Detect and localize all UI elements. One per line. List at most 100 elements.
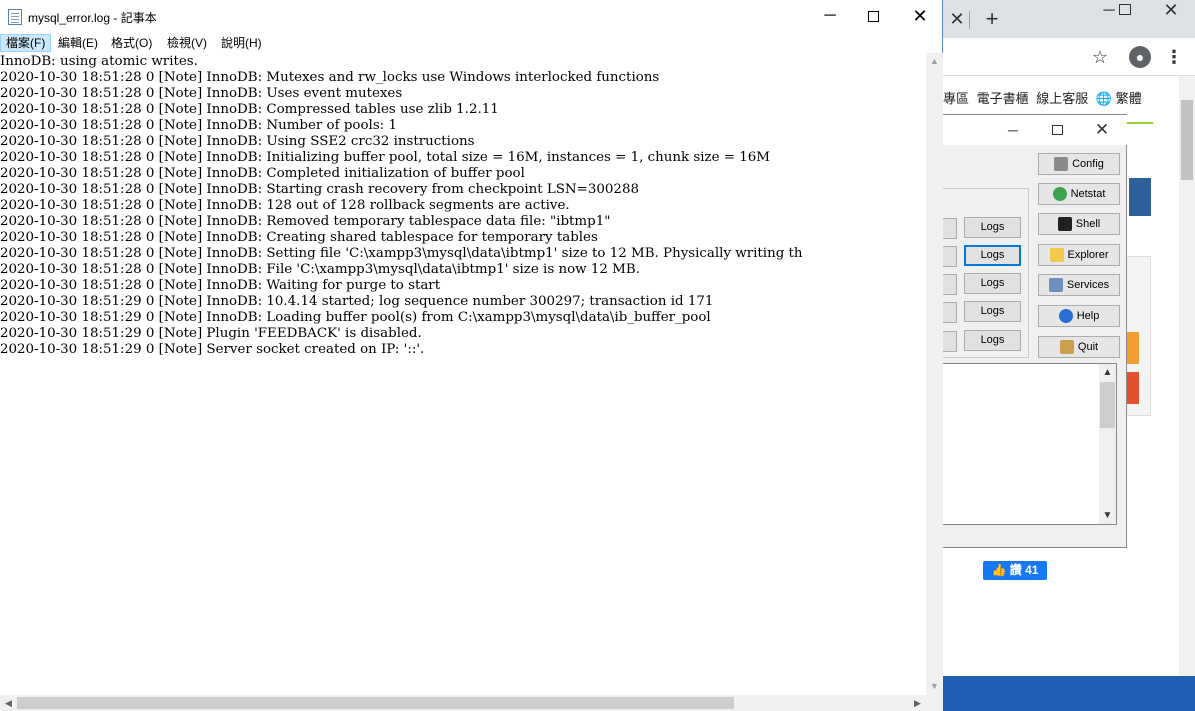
notepad-titlebar: mysql_error.log - 記事本 ─ ✕ bbox=[0, 0, 942, 33]
site-navigation: 專區 電子書櫃 線上客服 🌐 繁體 bbox=[943, 88, 1163, 108]
explorer-button-label: Explorer bbox=[1067, 249, 1109, 262]
close-button[interactable]: ✕ bbox=[908, 4, 932, 28]
scroll-up-icon[interactable]: ▲ bbox=[926, 53, 943, 70]
module-action-button-stub[interactable] bbox=[943, 302, 957, 323]
site-banner-image bbox=[1129, 178, 1151, 216]
horizontal-scroll-thumb[interactable] bbox=[17, 697, 734, 709]
maximize-button[interactable] bbox=[868, 11, 879, 22]
netstat-button-label: Netstat bbox=[1070, 188, 1106, 201]
log-line: 2020-10-30 18:51:28 0 [Note] InnoDB: Usi… bbox=[0, 134, 475, 149]
logs-button-mercury[interactable]: Logs bbox=[964, 301, 1021, 322]
scrollbar-corner bbox=[926, 695, 943, 711]
menu-view[interactable]: 檢視(V) bbox=[162, 34, 212, 52]
menu-help[interactable]: 說明(H) bbox=[216, 34, 267, 52]
scroll-right-icon[interactable]: ▶ bbox=[909, 695, 926, 711]
menu-file[interactable]: 檔案(F) bbox=[0, 34, 52, 52]
xampp-control-panel: ─ ✕ Logs Logs Logs Logs Logs Config Nets… bbox=[943, 114, 1127, 548]
help-icon bbox=[1058, 309, 1073, 324]
bookmark-star-icon[interactable]: ☆ bbox=[1089, 46, 1111, 68]
horizontal-scrollbar[interactable]: ◀ ▶ bbox=[0, 695, 926, 711]
log-line: 2020-10-30 18:51:28 0 [Note] InnoDB: Num… bbox=[0, 118, 397, 133]
logs-button-tomcat[interactable]: Logs bbox=[964, 330, 1021, 351]
log-line: 2020-10-30 18:51:29 0 [Note] InnoDB: Loa… bbox=[0, 310, 711, 325]
help-button[interactable]: Help bbox=[1038, 305, 1120, 327]
chrome-menu-icon[interactable]: ⋮ bbox=[1165, 46, 1183, 68]
tab-separator bbox=[969, 11, 970, 29]
log-line: 2020-10-30 18:51:28 0 [Note] InnoDB: Cre… bbox=[0, 230, 598, 245]
logs-button-filezilla[interactable]: Logs bbox=[964, 273, 1021, 294]
netstat-button[interactable]: Netstat bbox=[1038, 183, 1120, 205]
menu-format[interactable]: 格式(O) bbox=[106, 34, 157, 52]
xampp-minimize-button[interactable]: ─ bbox=[1003, 121, 1023, 139]
scroll-left-icon[interactable]: ◀ bbox=[0, 695, 17, 711]
logs-button-mysql[interactable]: Logs bbox=[964, 245, 1021, 266]
quit-button[interactable]: Quit bbox=[1038, 336, 1120, 358]
services-button-label: Services bbox=[1066, 279, 1110, 292]
log-line: 2020-10-30 18:51:28 0 [Note] InnoDB: Com… bbox=[0, 102, 499, 117]
explorer-button[interactable]: Explorer bbox=[1038, 244, 1120, 266]
config-button[interactable]: Config bbox=[1038, 153, 1120, 175]
facebook-like-button[interactable]: 👍 讚 41 bbox=[983, 561, 1047, 580]
module-action-button-stub[interactable] bbox=[943, 331, 957, 352]
notepad-window: mysql_error.log - 記事本 ─ ✕ 檔案(F) 編輯(E) 格式… bbox=[0, 0, 943, 711]
windows-taskbar bbox=[943, 676, 1195, 711]
profile-avatar-icon[interactable]: ● bbox=[1129, 46, 1151, 68]
logs-button-apache[interactable]: Logs bbox=[964, 217, 1021, 238]
chrome-toolbar: ☆ ● ⋮ bbox=[943, 38, 1195, 76]
module-action-button-stub[interactable] bbox=[943, 218, 957, 239]
log-line: 2020-10-30 18:51:29 0 [Note] Server sock… bbox=[0, 342, 425, 357]
chrome-maximize-button[interactable] bbox=[1119, 4, 1131, 15]
new-tab-button[interactable]: + bbox=[981, 8, 1003, 30]
site-nav-item-ebooks[interactable]: 電子書櫃 bbox=[977, 91, 1029, 106]
log-line: 2020-10-30 18:51:28 0 [Note] InnoDB: Wai… bbox=[0, 278, 441, 293]
chrome-scroll-thumb[interactable] bbox=[1181, 100, 1193, 180]
xampp-log-panel[interactable]: ▲ ▼ bbox=[943, 363, 1117, 525]
chrome-close-button[interactable]: ✕ bbox=[1159, 0, 1183, 20]
log-line: 2020-10-30 18:51:29 0 [Note] InnoDB: 10.… bbox=[0, 294, 714, 309]
minimize-button[interactable]: ─ bbox=[818, 6, 842, 28]
shell-button-label: Shell bbox=[1075, 218, 1101, 231]
site-nav-item-zone[interactable]: 專區 bbox=[943, 91, 969, 106]
vertical-scrollbar[interactable]: ▲ ▼ bbox=[926, 53, 943, 695]
log-line: 2020-10-30 18:51:28 0 [Note] InnoDB: Set… bbox=[0, 246, 803, 261]
scroll-down-icon[interactable]: ▼ bbox=[1099, 507, 1116, 524]
module-action-button-stub[interactable] bbox=[943, 274, 957, 295]
log-line: 2020-10-30 18:51:29 0 [Note] Plugin 'FEE… bbox=[0, 326, 422, 341]
xampp-maximize-button[interactable] bbox=[1052, 125, 1063, 135]
log-line: 2020-10-30 18:51:28 0 [Note] InnoDB: Ini… bbox=[0, 150, 771, 165]
xampp-log-scrollbar[interactable]: ▲ ▼ bbox=[1099, 364, 1116, 524]
terminal-icon bbox=[1057, 217, 1072, 232]
xampp-close-button[interactable]: ✕ bbox=[1091, 119, 1113, 141]
xampp-titlebar: ─ ✕ bbox=[943, 115, 1127, 145]
log-line: InnoDB: using atomic writes. bbox=[0, 54, 198, 69]
menu-edit[interactable]: 編輯(E) bbox=[53, 34, 103, 52]
site-nav-item-language[interactable]: 🌐 繁體 bbox=[1096, 91, 1142, 106]
scroll-up-icon[interactable]: ▲ bbox=[1099, 364, 1116, 381]
log-line: 2020-10-30 18:51:28 0 [Note] InnoDB: Mut… bbox=[0, 70, 660, 85]
log-line: 2020-10-30 18:51:28 0 [Note] InnoDB: Rem… bbox=[0, 214, 611, 229]
chrome-tab-strip: ✕ + ─ ✕ bbox=[943, 0, 1195, 38]
text-editor-area[interactable]: InnoDB: using atomic writes. 2020-10-30 1… bbox=[0, 53, 926, 695]
wrench-icon bbox=[1054, 157, 1069, 172]
log-line: 2020-10-30 18:51:28 0 [Note] InnoDB: Sta… bbox=[0, 182, 639, 197]
menu-bar: 檔案(F) 編輯(E) 格式(O) 檢視(V) 說明(H) bbox=[0, 33, 942, 52]
help-button-label: Help bbox=[1076, 310, 1100, 323]
folder-icon bbox=[1049, 248, 1064, 263]
module-action-button-stub[interactable] bbox=[943, 246, 957, 267]
services-button[interactable]: Services bbox=[1038, 274, 1120, 296]
tab-close-icon[interactable]: ✕ bbox=[947, 9, 967, 29]
services-icon bbox=[1048, 278, 1063, 293]
site-red-button[interactable] bbox=[1125, 372, 1139, 404]
log-line: 2020-10-30 18:51:28 0 [Note] InnoDB: 128… bbox=[0, 198, 570, 213]
chrome-minimize-button[interactable]: ─ bbox=[1099, 2, 1119, 20]
xampp-log-scroll-thumb[interactable] bbox=[1100, 382, 1115, 428]
log-line: 2020-10-30 18:51:28 0 [Note] InnoDB: Use… bbox=[0, 86, 403, 101]
site-nav-item-support[interactable]: 線上客服 bbox=[1036, 91, 1088, 106]
site-orange-button[interactable] bbox=[1125, 332, 1139, 364]
log-line: 2020-10-30 18:51:28 0 [Note] InnoDB: Com… bbox=[0, 166, 525, 181]
shell-button[interactable]: Shell bbox=[1038, 213, 1120, 235]
globe-icon bbox=[1052, 187, 1067, 202]
quit-icon bbox=[1059, 340, 1074, 355]
log-line: 2020-10-30 18:51:28 0 [Note] InnoDB: Fil… bbox=[0, 262, 640, 277]
scroll-down-icon[interactable]: ▼ bbox=[926, 678, 943, 695]
